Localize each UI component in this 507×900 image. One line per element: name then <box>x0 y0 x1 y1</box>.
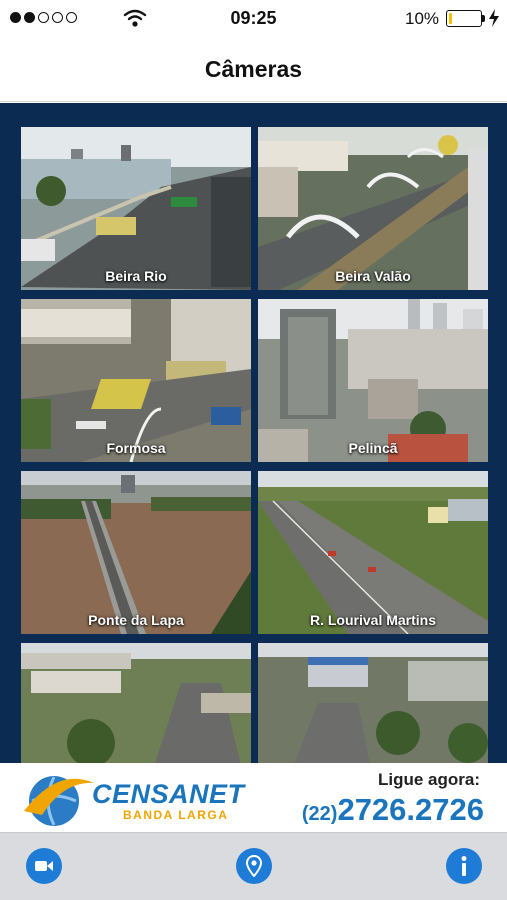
camera-label: Beira Rio <box>105 268 167 284</box>
ad-banner[interactable]: CENSANET BANDA LARGA Ligue agora: (22)27… <box>0 763 507 832</box>
camera-feed-image <box>258 643 488 763</box>
camera-feed-image <box>21 643 251 763</box>
camera-tile-r-lourival-martins[interactable]: R. Lourival Martins <box>258 471 488 634</box>
camera-tile-beira-valao[interactable]: Beira Valão <box>258 127 488 290</box>
camera-feed-image <box>21 299 251 462</box>
camera-tile-pelinca[interactable]: Pelincã <box>258 299 488 462</box>
camera-grid[interactable]: Beira Rio Beira Valão Formosa Pelincã Po… <box>0 103 507 763</box>
map-pin-icon <box>246 855 262 877</box>
camera-feed-image <box>258 471 488 634</box>
call-to-action: Ligue agora: <box>377 770 480 789</box>
tab-cameras[interactable] <box>26 848 62 884</box>
page-title: Câmeras <box>204 56 303 82</box>
camera-tile-beira-rio[interactable]: Beira Rio <box>21 127 251 290</box>
camera-feed-image <box>21 471 251 634</box>
tab-bar <box>0 832 507 900</box>
navigation-bar: Câmeras <box>0 36 507 102</box>
camera-tile-formosa[interactable]: Formosa <box>21 299 251 462</box>
info-icon <box>461 856 467 876</box>
camera-label: Formosa <box>106 440 166 456</box>
brand-name: CENSANET <box>92 779 245 809</box>
brand-tagline: BANDA LARGA <box>123 808 229 822</box>
battery-icon <box>446 10 482 27</box>
camera-tile[interactable] <box>21 643 251 763</box>
status-bar: 09:25 10% <box>0 0 507 36</box>
phone-number[interactable]: (22)2726.2726 <box>302 792 484 828</box>
camera-feed-image <box>258 127 488 290</box>
camera-label: R. Lourival Martins <box>309 612 437 628</box>
camera-tile-ponte-da-lapa[interactable]: Ponte da Lapa <box>21 471 251 634</box>
video-camera-icon <box>35 861 53 871</box>
charging-bolt-icon <box>489 9 499 27</box>
tab-info[interactable] <box>446 848 482 884</box>
tab-map[interactable] <box>236 848 272 884</box>
camera-label: Ponte da Lapa <box>88 612 184 628</box>
camera-feed-image <box>258 299 488 462</box>
phone-digits: 2726.2726 <box>337 792 484 827</box>
camera-label: Beira Valão <box>335 268 411 284</box>
battery-percent: 10% <box>405 9 440 28</box>
censanet-logo-icon <box>24 776 94 826</box>
camera-tile[interactable] <box>258 643 488 763</box>
camera-label: Pelincã <box>348 440 398 456</box>
battery-cap <box>482 15 485 22</box>
camera-feed-image <box>21 127 251 290</box>
phone-area-code: (22) <box>301 803 338 825</box>
